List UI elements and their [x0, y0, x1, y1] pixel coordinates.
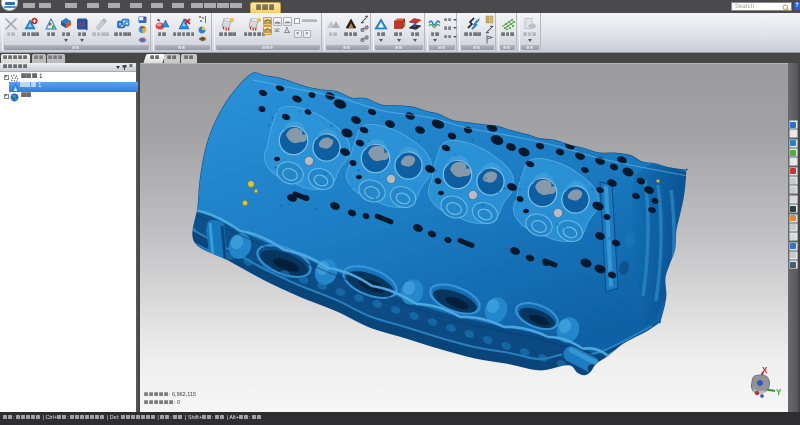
svg-text:Y: Y: [776, 388, 782, 397]
svg-text:X: X: [762, 366, 768, 375]
